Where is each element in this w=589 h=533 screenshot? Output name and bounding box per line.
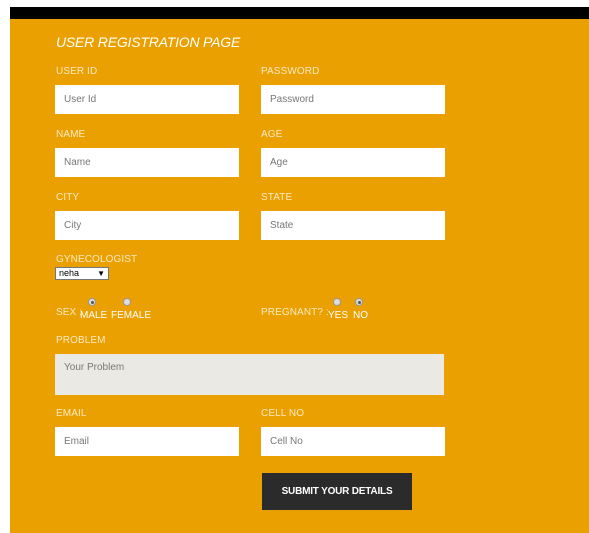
sex-male-radio[interactable]	[88, 298, 96, 306]
submit-details-button[interactable]: SUBMIT YOUR DETAILS	[262, 473, 412, 510]
pregnant-label: PREGNANT? :	[261, 307, 329, 318]
email-input[interactable]	[55, 427, 239, 456]
age-label: AGE	[261, 129, 283, 140]
top-bar	[10, 7, 589, 19]
sex-female-label: FEMALE	[111, 310, 152, 321]
sex-female-radio[interactable]	[123, 298, 131, 306]
gynecologist-label: GYNECOLOGIST	[56, 254, 138, 265]
cell-no-input[interactable]	[261, 427, 445, 456]
state-label: STATE	[261, 192, 293, 203]
cell-no-label: CELL NO	[261, 408, 305, 419]
gynecologist-selected-value: neha	[59, 268, 80, 278]
age-input[interactable]	[261, 148, 445, 177]
page-title: USER REGISTRATION PAGE	[56, 34, 241, 50]
pregnant-no-radio[interactable]	[355, 298, 363, 306]
city-input[interactable]	[55, 211, 239, 240]
dropdown-arrow-icon: ▼	[97, 269, 105, 278]
password-input[interactable]	[261, 85, 445, 114]
pregnant-no-label: NO	[353, 310, 368, 321]
problem-label: PROBLEM	[56, 335, 106, 346]
name-label: NAME	[56, 129, 86, 140]
sex-male-label: MALE	[80, 310, 108, 321]
pregnant-yes-label: YES	[328, 310, 349, 321]
gynecologist-select[interactable]: neha ▼	[55, 267, 109, 280]
state-input[interactable]	[261, 211, 445, 240]
problem-textarea[interactable]	[55, 354, 444, 395]
sex-label: SEX :	[56, 307, 83, 318]
email-label: EMAIL	[56, 408, 87, 419]
pregnant-yes-radio[interactable]	[333, 298, 341, 306]
user-id-input[interactable]	[55, 85, 239, 114]
city-label: CITY	[56, 192, 80, 203]
name-input[interactable]	[55, 148, 239, 177]
user-id-label: USER ID	[56, 66, 98, 77]
password-label: PASSWORD	[261, 66, 320, 77]
